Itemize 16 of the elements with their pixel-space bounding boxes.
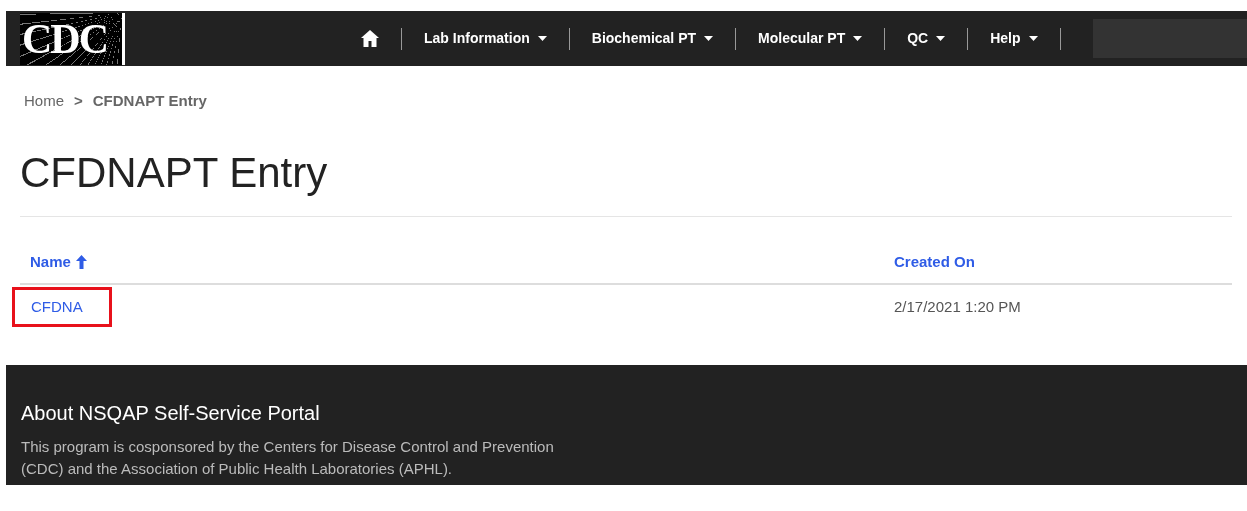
page-title: CFDNAPT Entry: [20, 151, 329, 194]
breadcrumb-current: CFDNAPT Entry: [92, 91, 207, 111]
breadcrumb-link[interactable]: Home: [24, 90, 64, 113]
nav-menu-item[interactable]: Help: [980, 28, 1048, 49]
nav-menu-item[interactable]: QC: [897, 28, 956, 49]
footer-text: This program is cosponsored by the Centers for Disease Control and Prevention (CDC) and the Association of Public Health Laboratories (APHL).: [21, 437, 555, 479]
record-link[interactable]: CFDNA: [12, 286, 112, 328]
nav-menu-item[interactable]: Biochemical PT: [581, 28, 724, 49]
nav-menu-item[interactable]: Molecular PT: [748, 28, 873, 49]
logo-text: CDC: [21, 17, 107, 60]
table-cell-text: 2/17/2021 1:20 PM: [893, 296, 1022, 317]
breadcrumb-separator: >: [74, 91, 83, 111]
footer-title: About NSQAP Self-Service Portal: [21, 401, 321, 426]
column-header[interactable]: Name: [20, 250, 884, 273]
column-header[interactable]: Created On: [884, 250, 1232, 273]
nav-menu-item[interactable]: Lab Information: [414, 28, 557, 49]
